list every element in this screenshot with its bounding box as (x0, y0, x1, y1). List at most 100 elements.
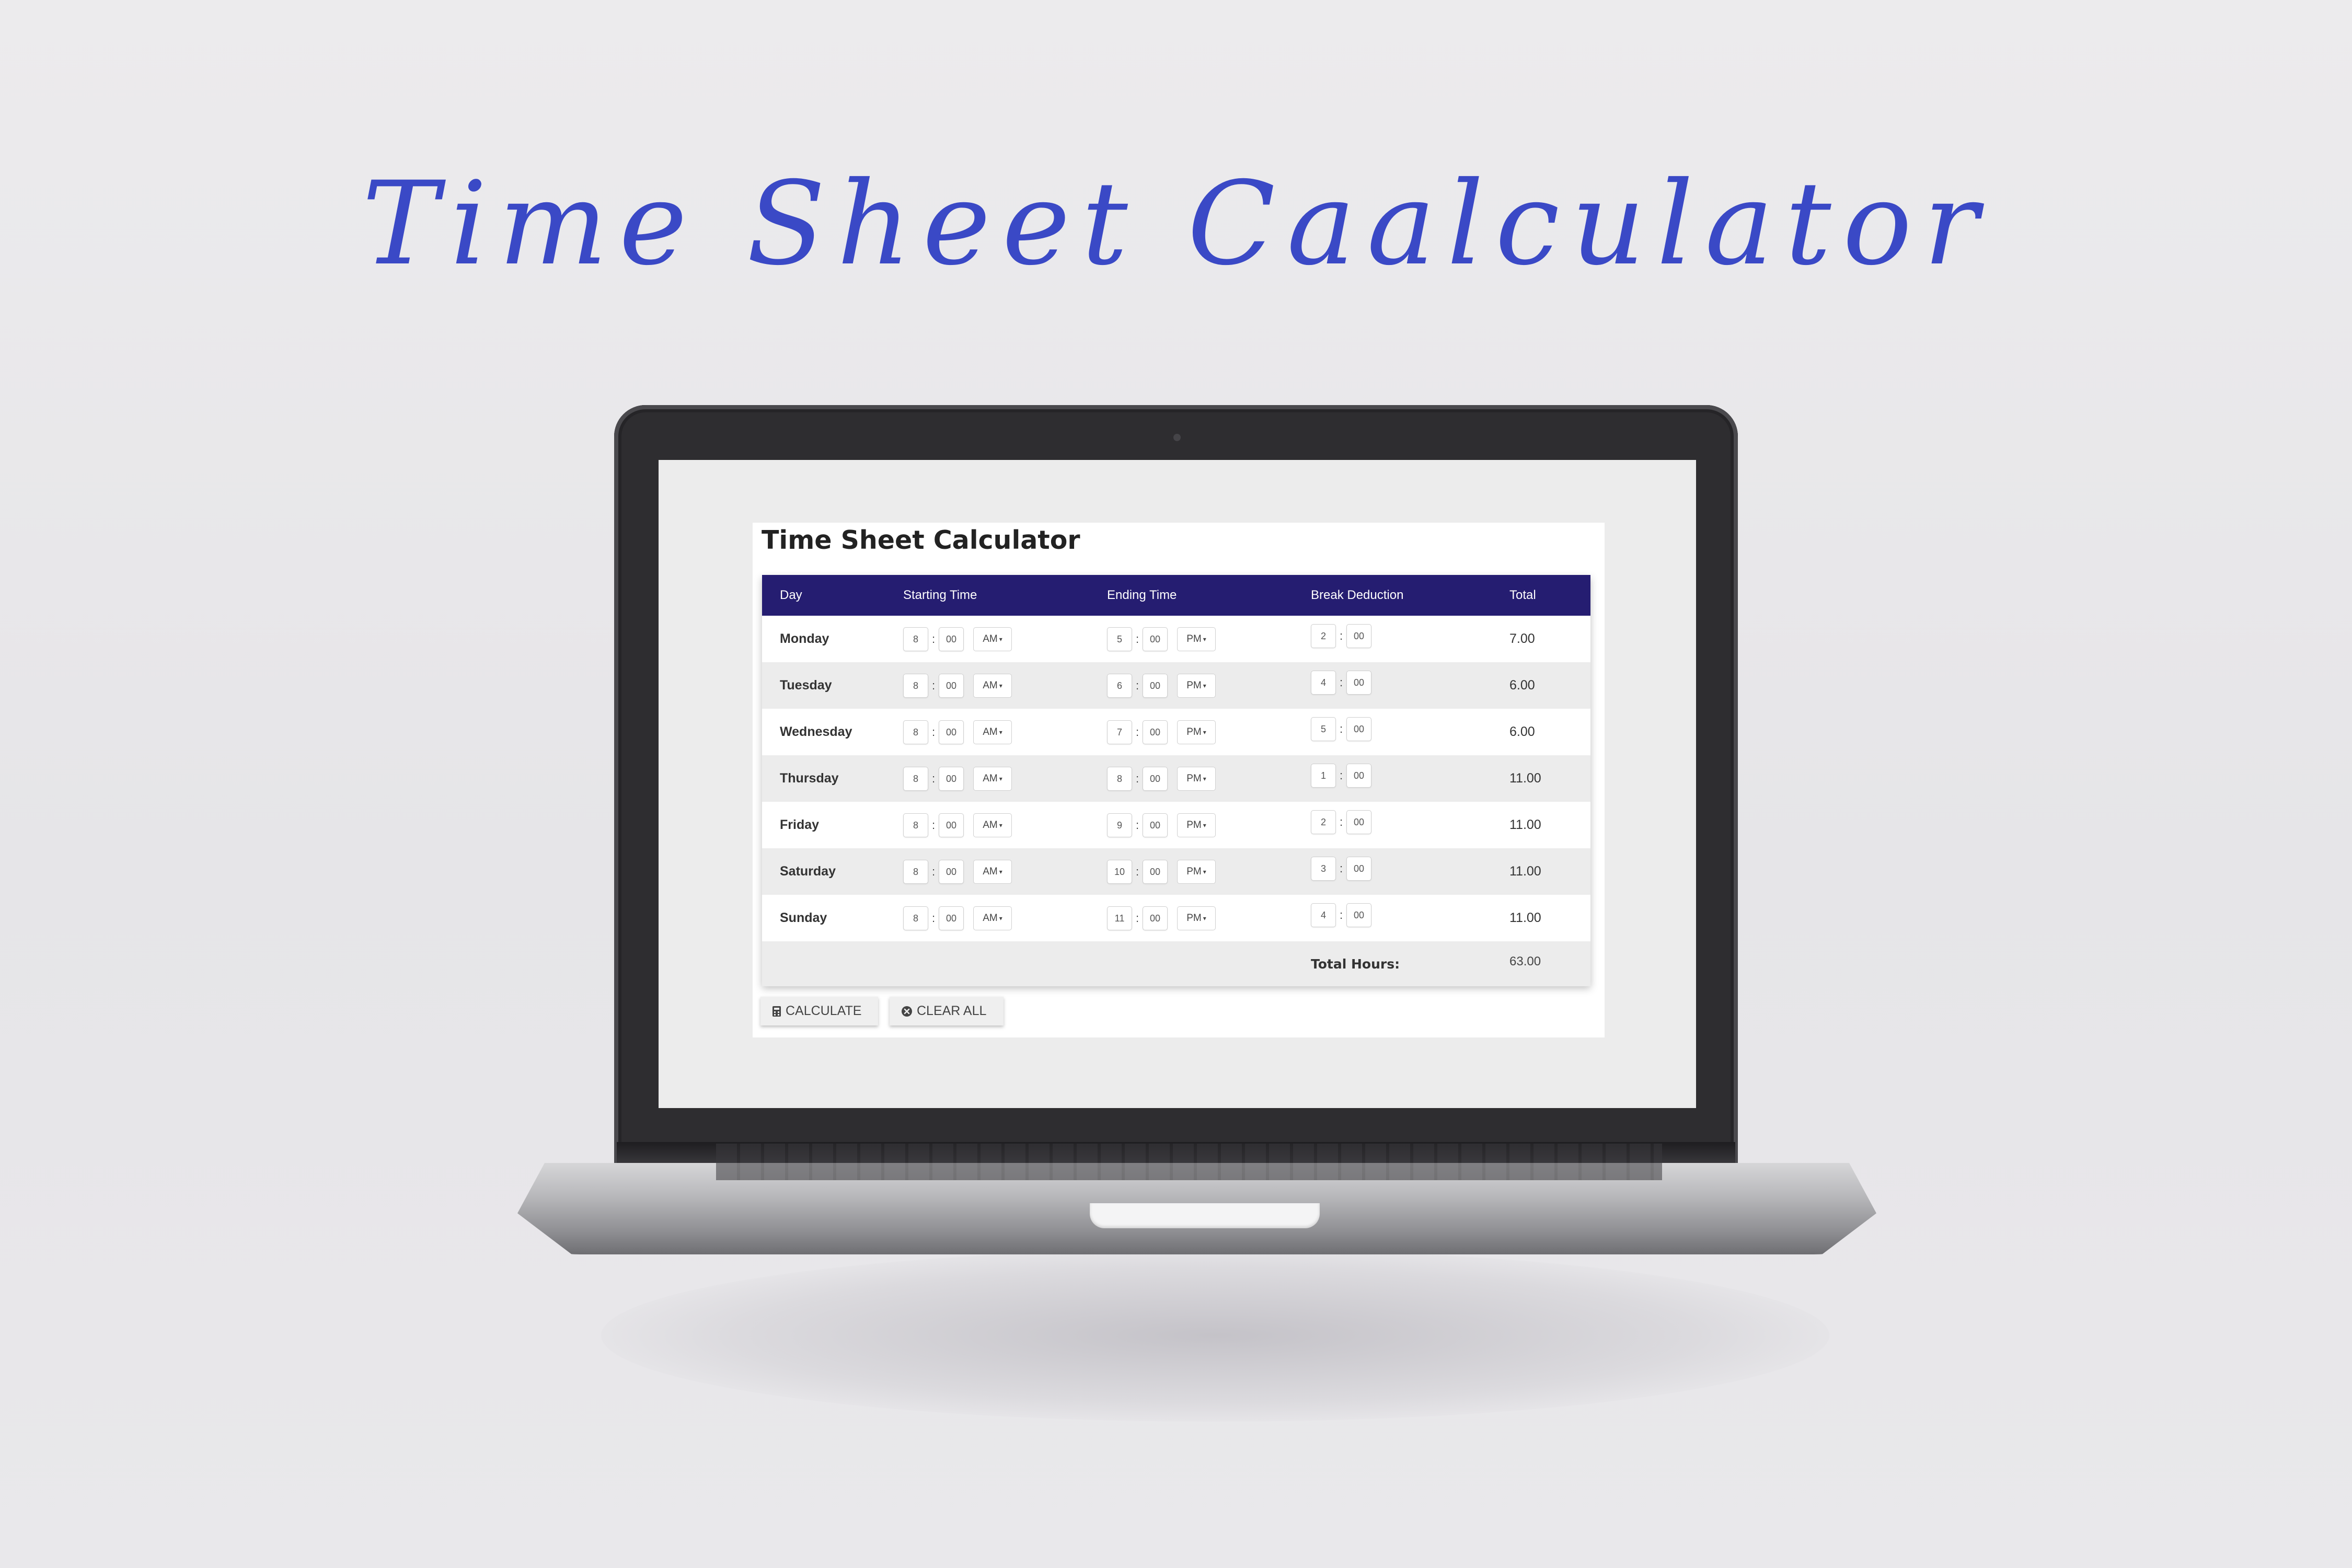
end-minute-input[interactable]: 00 (1143, 720, 1168, 744)
close-circle-icon (902, 1006, 912, 1017)
start-minute-input[interactable]: 00 (939, 627, 964, 651)
table-header-row: Day Starting Time Ending Time Break Dedu… (762, 575, 1590, 616)
end-ampm-select[interactable]: PM ▾ (1177, 673, 1216, 698)
end-minute-input[interactable]: 00 (1143, 813, 1168, 837)
start-hour-input[interactable]: 8 (903, 720, 928, 744)
end-ampm-select[interactable]: PM ▾ (1177, 859, 1216, 884)
caret-down-icon: ▾ (1203, 635, 1206, 643)
time-separator: : (1135, 678, 1139, 692)
camera-icon (1173, 434, 1181, 441)
total-hours-row: Total Hours: 63.00 (762, 941, 1590, 986)
clear-all-button[interactable]: CLEAR ALL (890, 997, 1004, 1025)
start-minute-input[interactable]: 00 (939, 673, 964, 698)
laptop-keyboard (716, 1144, 1662, 1180)
start-hour-input[interactable]: 8 (903, 627, 928, 651)
caret-down-icon: ▾ (999, 775, 1002, 782)
break-minute-input[interactable]: 00 (1346, 856, 1371, 881)
day-label: Thursday (780, 771, 839, 786)
table-row: Monday 8:00 AM ▾ 5:00 PM ▾ 2:00 7.00 (762, 616, 1590, 662)
table-row: Sunday 8:00 AM ▾ 11:00 PM ▾ 4:00 11.00 (762, 895, 1590, 941)
start-ampm-select[interactable]: AM ▾ (973, 720, 1012, 744)
day-label: Sunday (780, 910, 827, 925)
break-hour-input[interactable]: 5 (1311, 717, 1336, 741)
end-ampm-select[interactable]: PM ▾ (1177, 813, 1216, 837)
start-hour-input[interactable]: 8 (903, 766, 928, 791)
table-row: Thursday 8:00 AM ▾ 8:00 PM ▾ 1:00 11.00 (762, 755, 1590, 802)
table-row: Tuesday 8:00 AM ▾ 6:00 PM ▾ 4:00 6.00 (762, 662, 1590, 709)
end-minute-input[interactable]: 00 (1143, 766, 1168, 791)
time-separator: : (1339, 861, 1343, 875)
start-hour-input[interactable]: 8 (903, 906, 928, 930)
laptop-screen: Time Sheet Calculator Day Starting Time … (659, 460, 1696, 1108)
timesheet-table: Day Starting Time Ending Time Break Dedu… (762, 575, 1590, 986)
break-minute-input[interactable]: 00 (1346, 717, 1371, 741)
start-ampm-select[interactable]: AM ▾ (973, 813, 1012, 837)
time-separator: : (1339, 629, 1343, 642)
start-ampm-select[interactable]: AM ▾ (973, 766, 1012, 791)
break-hour-input[interactable]: 1 (1311, 763, 1336, 788)
start-hour-input[interactable]: 8 (903, 673, 928, 698)
end-hour-input[interactable]: 7 (1107, 720, 1132, 744)
start-ampm-select[interactable]: AM ▾ (973, 627, 1012, 651)
end-ampm-select[interactable]: PM ▾ (1177, 766, 1216, 791)
laptop-notch (1090, 1203, 1320, 1228)
time-separator: : (1135, 632, 1139, 645)
start-ampm-select[interactable]: AM ▾ (973, 859, 1012, 884)
caret-down-icon: ▾ (1203, 682, 1206, 689)
time-separator: : (1135, 818, 1139, 832)
end-hour-input[interactable]: 9 (1107, 813, 1132, 837)
total-hours-label: Total Hours: (1311, 956, 1400, 972)
start-minute-input[interactable]: 00 (939, 859, 964, 884)
break-minute-input[interactable]: 00 (1346, 763, 1371, 788)
row-total: 6.00 (1509, 678, 1535, 693)
end-hour-input[interactable]: 5 (1107, 627, 1132, 651)
break-hour-input[interactable]: 2 (1311, 624, 1336, 648)
break-hour-input[interactable]: 3 (1311, 856, 1336, 881)
end-ampm-select[interactable]: PM ▾ (1177, 906, 1216, 930)
end-hour-input[interactable]: 8 (1107, 766, 1132, 791)
end-ampm-value: PM (1186, 633, 1202, 644)
break-hour-input[interactable]: 2 (1311, 810, 1336, 834)
time-separator: : (1135, 864, 1139, 878)
end-minute-input[interactable]: 00 (1143, 627, 1168, 651)
caret-down-icon: ▾ (999, 868, 1002, 875)
break-minute-input[interactable]: 00 (1346, 903, 1371, 927)
day-label: Wednesday (780, 724, 852, 739)
table-row: Friday 8:00 AM ▾ 9:00 PM ▾ 2:00 11.00 (762, 802, 1590, 848)
laptop-shadow (601, 1249, 1829, 1422)
end-ampm-select[interactable]: PM ▾ (1177, 720, 1216, 744)
start-ampm-select[interactable]: AM ▾ (973, 673, 1012, 698)
start-minute-input[interactable]: 00 (939, 720, 964, 744)
caret-down-icon: ▾ (1203, 728, 1206, 736)
time-separator: : (1339, 722, 1343, 735)
end-minute-input[interactable]: 00 (1143, 859, 1168, 884)
calculate-button[interactable]: CALCULATE (760, 997, 878, 1025)
start-minute-input[interactable]: 00 (939, 813, 964, 837)
end-ampm-value: PM (1186, 866, 1202, 877)
break-minute-input[interactable]: 00 (1346, 810, 1371, 834)
end-minute-input[interactable]: 00 (1143, 906, 1168, 930)
start-ampm-value: AM (983, 679, 998, 691)
break-hour-input[interactable]: 4 (1311, 903, 1336, 927)
end-hour-input[interactable]: 6 (1107, 673, 1132, 698)
end-hour-input[interactable]: 11 (1107, 906, 1132, 930)
break-minute-input[interactable]: 00 (1346, 624, 1371, 648)
end-ampm-select[interactable]: PM ▾ (1177, 627, 1216, 651)
start-hour-input[interactable]: 8 (903, 813, 928, 837)
start-hour-input[interactable]: 8 (903, 859, 928, 884)
day-label: Monday (780, 631, 829, 646)
end-minute-input[interactable]: 00 (1143, 673, 1168, 698)
app-title: Time Sheet Calculator (762, 525, 1080, 555)
start-ampm-value: AM (983, 633, 998, 644)
start-minute-input[interactable]: 00 (939, 906, 964, 930)
end-hour-input[interactable]: 10 (1107, 859, 1132, 884)
end-ampm-value: PM (1186, 726, 1202, 737)
break-hour-input[interactable]: 4 (1311, 670, 1336, 695)
start-minute-input[interactable]: 00 (939, 766, 964, 791)
hero-title: Time Sheet Caalculator (362, 157, 1990, 291)
table-row: Wednesday 8:00 AM ▾ 7:00 PM ▾ 5:00 6.00 (762, 709, 1590, 755)
start-ampm-select[interactable]: AM ▾ (973, 906, 1012, 930)
timesheet-panel: Time Sheet Calculator Day Starting Time … (753, 523, 1605, 1037)
break-minute-input[interactable]: 00 (1346, 670, 1371, 695)
time-separator: : (1339, 815, 1343, 828)
